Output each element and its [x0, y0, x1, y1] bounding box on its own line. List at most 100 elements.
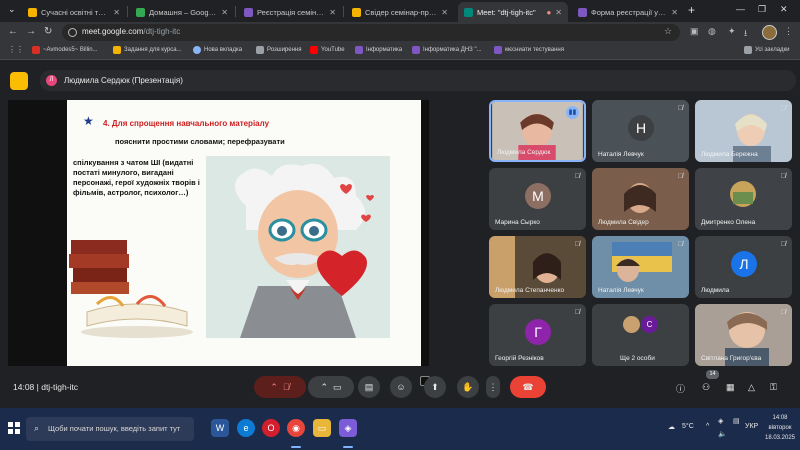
tab-2[interactable]: Реєстрація семінару маті ✕ [238, 2, 342, 22]
extension-icon[interactable]: ▣ [690, 26, 699, 37]
puzzle-extensions-icon[interactable]: ✦ [728, 26, 736, 37]
youtube-icon [310, 46, 318, 54]
opera-app-icon[interactable]: O [262, 419, 280, 437]
tab-close-icon[interactable]: ✕ [555, 8, 562, 17]
bookmark-item[interactable]: Розширення [256, 46, 301, 54]
back-arrow-icon[interactable]: ← [8, 26, 18, 37]
tab-1[interactable]: Домашня – Google Диск ✕ [130, 2, 234, 22]
teams-app-icon[interactable]: ◈ [339, 419, 357, 437]
tab-close-icon[interactable]: ✕ [221, 8, 228, 17]
host-controls-icon[interactable]: ⚿ [770, 382, 777, 393]
word-app-icon[interactable]: W [211, 419, 229, 437]
present-screen-button[interactable]: ⬆ [424, 376, 446, 398]
mic-off-icon: 🎙̸ [780, 309, 786, 316]
mic-off-icon: 🎙̸ [574, 173, 580, 180]
more-participants-tile[interactable]: С Ще 2 особи [592, 304, 689, 366]
forward-arrow-icon[interactable]: → [26, 26, 36, 37]
tab-close-icon[interactable]: ✕ [441, 8, 448, 17]
participant-tile[interactable]: Г 🎙̸ Георгій Резніков [489, 304, 586, 366]
participant-tile[interactable]: 🎙̸ Людмила Свідер [592, 168, 689, 230]
address-url[interactable]: meet.google.com/dtj-tigh-itc [82, 27, 180, 36]
weather-temperature[interactable]: 5°C [682, 423, 694, 430]
tab-close-icon[interactable]: ✕ [671, 8, 678, 17]
file-explorer-icon[interactable]: ▭ [313, 419, 331, 437]
extension-icon[interactable]: ◍ [708, 26, 716, 37]
address-bar[interactable]: meet.google.com/dtj-tigh-itc ☆ [62, 24, 680, 41]
tray-chevron-icon[interactable]: ^ [706, 423, 709, 430]
reload-icon[interactable]: ↻ [44, 26, 52, 37]
tab-search-icon[interactable]: ⌄ [8, 4, 16, 15]
speaker-icon[interactable]: 🔈 [718, 430, 727, 438]
active-app-indicator [343, 446, 353, 448]
participant-tile[interactable]: Л 🎙̸ Людмила [695, 236, 792, 298]
meeting-info-icon[interactable]: ⓘ [676, 382, 685, 395]
participant-tile[interactable]: 🎙̸ Людмила Степанченко [489, 236, 586, 298]
tab-4-active[interactable]: Meet: "dtj-tigh-itc" ● ✕ [458, 2, 568, 22]
participant-name: Марина Сырко [495, 219, 540, 226]
chrome-app-icon[interactable]: ◉ [287, 419, 305, 437]
bookmark-item[interactable]: Задання для курса... [113, 46, 182, 54]
tab-close-icon[interactable]: ✕ [113, 8, 120, 17]
activities-icon[interactable]: △ [748, 382, 755, 393]
tab-5[interactable]: Форма реєстрації учасни ✕ [572, 2, 684, 22]
participant-tile[interactable]: 🎙̸ Світлана Григор'єва [695, 304, 792, 366]
profile-avatar[interactable] [762, 25, 777, 40]
camera-toggle-button[interactable]: ⌃ ▭ [308, 376, 354, 398]
chat-icon[interactable]: ▦ [726, 382, 735, 393]
slide-title: 4. Для спрощення навчального матеріалу [103, 119, 270, 128]
books-illustration [69, 240, 193, 338]
all-bookmarks[interactable]: Усі закладки [744, 46, 790, 54]
participant-tile[interactable]: Н 🎙̸ Наталія Левчук [592, 100, 689, 162]
reactions-button[interactable]: ☺ [390, 376, 412, 398]
tray-icon[interactable]: ◈ [718, 417, 723, 425]
tab-close-icon[interactable]: ✕ [329, 8, 336, 17]
more-options-button[interactable]: ⋮ [486, 376, 500, 398]
raise-hand-button[interactable]: ✋ [457, 376, 479, 398]
star-bullet-icon: ★ [83, 114, 94, 128]
edge-app-icon[interactable]: e [237, 419, 255, 437]
bookmark-item[interactable]: ~Avmodes5~ Billin... [32, 46, 98, 54]
download-icon[interactable]: ⭳ [744, 26, 747, 42]
bookmark-item[interactable]: YouTube [310, 46, 345, 54]
tab-title: Домашня – Google Диск [149, 7, 217, 17]
forms-favicon-icon [244, 7, 253, 17]
mic-off-icon: 🎙̸ [574, 309, 580, 316]
bookmark-star-icon[interactable]: ☆ [664, 26, 672, 37]
apps-grid-icon[interactable]: ⋮⋮ [8, 45, 24, 54]
bookmark-item[interactable]: Інформатика [355, 46, 402, 54]
participant-tile[interactable]: 🎙̸ Дмитренко Олена [695, 168, 792, 230]
network-icon[interactable]: ▤ [733, 417, 740, 425]
mic-off-icon: 🎙̸ [780, 241, 786, 248]
minimize-icon[interactable]: — [736, 4, 745, 14]
participant-tile[interactable]: 🎙̸ Наталія Левчук [592, 236, 689, 298]
taskbar-clock[interactable]: 14:08 вівторок 18.03.2025 [762, 413, 798, 443]
bookmark-item[interactable]: мєсниати тестування [494, 46, 564, 54]
maximize-icon[interactable]: ❐ [758, 4, 766, 15]
tab-title: Свідер семінар-презента [365, 7, 437, 17]
taskbar-search-box[interactable]: ⌕ Щоби почати пошук, введіть запит тут [26, 417, 194, 441]
site-info-icon[interactable] [68, 28, 77, 37]
windows-start-icon[interactable] [8, 422, 20, 434]
mic-toggle-button[interactable]: ⌃ 🎙̸ [254, 376, 306, 398]
bookmark-item[interactable]: Нова вкладка [193, 46, 242, 54]
search-placeholder: Щоби почати пошук, введіть запит тут [48, 424, 181, 433]
captions-button[interactable]: ▤ [358, 376, 380, 398]
participant-name: Світлана Григор'єва [701, 355, 762, 362]
keyboard-language[interactable]: УКР [745, 423, 758, 430]
tab-title: Реєстрація семінару маті [257, 7, 326, 17]
bookmarks-bar: ⋮⋮ ~Avmodes5~ Billin... Задання для курс… [0, 43, 800, 60]
close-window-icon[interactable]: ✕ [780, 4, 788, 15]
tab-3[interactable]: Свідер семінар-презента ✕ [346, 2, 454, 22]
browser-menu-icon[interactable]: ⋮ [784, 26, 793, 37]
participant-name: Ще 2 особи [620, 355, 655, 362]
participant-name: Людмила Свідер [598, 219, 649, 226]
participant-tile[interactable]: 🎙̸ Людмила Бережна [695, 100, 792, 162]
leave-call-button[interactable]: ☎ [510, 376, 546, 398]
bookmark-item[interactable]: Інформатика ДНЗ "... [412, 46, 482, 54]
new-tab-plus-icon[interactable]: + [688, 3, 695, 17]
participant-tile[interactable]: ▮▮ Людмила Сердюк [489, 100, 586, 162]
people-icon[interactable]: ⚇ [702, 382, 710, 393]
weather-icon[interactable]: ☁ [668, 423, 675, 431]
participant-tile[interactable]: М 🎙̸ Марина Сырко [489, 168, 586, 230]
tab-0[interactable]: Сучасні освітні тренди сь ✕ [22, 2, 126, 22]
